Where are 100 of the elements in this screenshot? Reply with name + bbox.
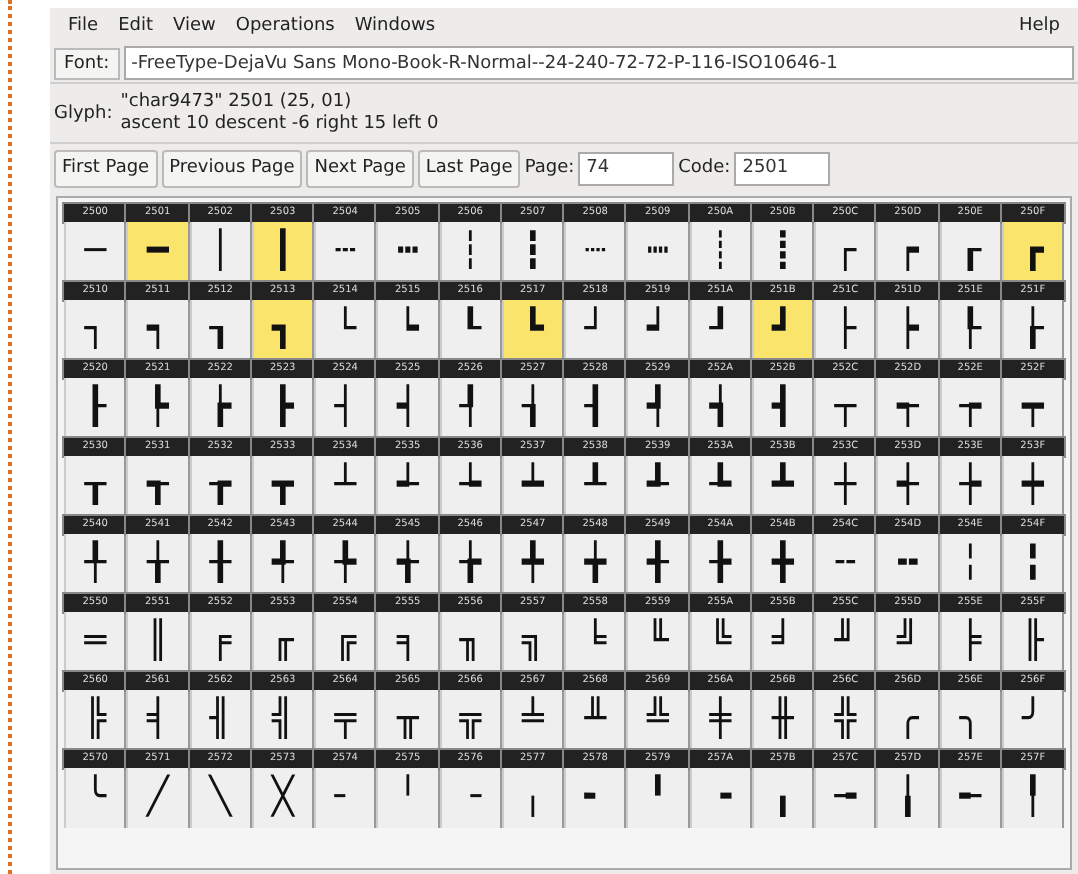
- glyph-cell[interactable]: ┕: [376, 300, 439, 360]
- glyph-cell[interactable]: ╵: [376, 768, 439, 828]
- glyph-cell[interactable]: ╲: [189, 768, 252, 828]
- glyph-cell[interactable]: ┠: [64, 378, 127, 438]
- glyph-cell[interactable]: ╔: [314, 612, 377, 672]
- glyph-cell[interactable]: ┅: [376, 222, 439, 282]
- glyph-cell[interactable]: ╟: [1001, 612, 1064, 672]
- glyph-cell[interactable]: ┿: [1001, 456, 1064, 516]
- menu-item[interactable]: Windows: [344, 16, 446, 36]
- glyph-cell[interactable]: ━: [126, 222, 189, 282]
- glyph-cell[interactable]: ╊: [689, 534, 752, 594]
- glyph-cell[interactable]: ┸: [564, 456, 627, 516]
- glyph-cell[interactable]: ┤: [314, 378, 377, 438]
- glyph-cell[interactable]: ╩: [626, 690, 689, 750]
- glyph-cell[interactable]: ┶: [439, 456, 502, 516]
- glyph-cell[interactable]: ┰: [64, 456, 127, 516]
- glyph-cell[interactable]: ╡: [126, 690, 189, 750]
- glyph-cell[interactable]: ╜: [814, 612, 877, 672]
- glyph-cell[interactable]: ┍: [876, 222, 939, 282]
- glyph-cell[interactable]: ┭: [876, 378, 939, 438]
- glyph-cell[interactable]: ╥: [376, 690, 439, 750]
- glyph-cell[interactable]: ─: [64, 222, 127, 282]
- page-button[interactable]: Next Page: [306, 149, 414, 187]
- glyph-cell[interactable]: ┪: [689, 378, 752, 438]
- page-button[interactable]: Previous Page: [161, 149, 303, 187]
- glyph-cell[interactable]: ┛: [751, 300, 814, 360]
- glyph-cell[interactable]: ╎: [939, 534, 1002, 594]
- glyph-cell[interactable]: ╢: [189, 690, 252, 750]
- glyph-cell[interactable]: ╝: [876, 612, 939, 672]
- glyph-cell[interactable]: ┉: [626, 222, 689, 282]
- glyph-cell[interactable]: ┑: [126, 300, 189, 360]
- glyph-cell[interactable]: ┱: [126, 456, 189, 516]
- glyph-cell[interactable]: ┞: [939, 300, 1002, 360]
- glyph-cell[interactable]: ╾: [939, 768, 1002, 828]
- glyph-cell[interactable]: ╓: [251, 612, 314, 672]
- glyph-cell[interactable]: ╰: [64, 768, 127, 828]
- glyph-cell[interactable]: ╆: [439, 534, 502, 594]
- glyph-cell[interactable]: ╷: [501, 768, 564, 828]
- glyph-cell[interactable]: ┇: [501, 222, 564, 282]
- glyph-cell[interactable]: ╘: [564, 612, 627, 672]
- glyph-cell[interactable]: ┧: [501, 378, 564, 438]
- glyph-cell[interactable]: ┘: [564, 300, 627, 360]
- glyph-cell[interactable]: └: [314, 300, 377, 360]
- glyph-cell[interactable]: ┄: [314, 222, 377, 282]
- glyph-cell[interactable]: ╸: [564, 768, 627, 828]
- glyph-cell[interactable]: ┦: [439, 378, 502, 438]
- glyph-cell[interactable]: ┯: [1001, 378, 1064, 438]
- glyph-cell[interactable]: ┮: [939, 378, 1002, 438]
- page-button[interactable]: Last Page: [417, 149, 521, 187]
- glyph-cell[interactable]: ╇: [501, 534, 564, 594]
- glyph-cell[interactable]: ┼: [814, 456, 877, 516]
- glyph-cell[interactable]: ╻: [751, 768, 814, 828]
- glyph-cell[interactable]: ╞: [939, 612, 1002, 672]
- glyph-cell[interactable]: ╋: [751, 534, 814, 594]
- glyph-cell[interactable]: ╱: [126, 768, 189, 828]
- glyph-cell[interactable]: ╦: [439, 690, 502, 750]
- glyph-cell[interactable]: ╨: [564, 690, 627, 750]
- glyph-cell[interactable]: ╽: [876, 768, 939, 828]
- glyph-cell[interactable]: ╮: [939, 690, 1002, 750]
- glyph-cell[interactable]: ╏: [1001, 534, 1064, 594]
- menu-item[interactable]: File: [58, 16, 109, 36]
- glyph-cell[interactable]: ┊: [689, 222, 752, 282]
- glyph-cell[interactable]: ┓: [251, 300, 314, 360]
- glyph-cell[interactable]: ┻: [751, 456, 814, 516]
- help-menu[interactable]: Help: [1008, 16, 1070, 36]
- glyph-cell[interactable]: ╹: [626, 768, 689, 828]
- glyph-cell[interactable]: ┆: [439, 222, 502, 282]
- page-button[interactable]: First Page: [54, 149, 158, 187]
- glyph-cell[interactable]: ┏: [1001, 222, 1064, 282]
- glyph-cell[interactable]: ╴: [314, 768, 377, 828]
- glyph-cell[interactable]: ╄: [314, 534, 377, 594]
- menu-item[interactable]: Operations: [225, 16, 345, 36]
- glyph-cell[interactable]: ┨: [564, 378, 627, 438]
- font-field[interactable]: -FreeType-DejaVu Sans Mono-Book-R-Normal--24-240-72-72-P-116-ISO10646-1: [123, 46, 1074, 80]
- glyph-cell[interactable]: ┎: [939, 222, 1002, 282]
- glyph-cell[interactable]: ╀: [64, 534, 127, 594]
- code-field[interactable]: 2501: [734, 151, 831, 185]
- glyph-cell[interactable]: ╧: [501, 690, 564, 750]
- glyph-cell[interactable]: ╠: [64, 690, 127, 750]
- page-field[interactable]: 74: [578, 151, 675, 185]
- glyph-cell[interactable]: ╃: [251, 534, 314, 594]
- glyph-cell[interactable]: ┲: [189, 456, 252, 516]
- glyph-cell[interactable]: ╗: [501, 612, 564, 672]
- glyph-cell[interactable]: ╁: [126, 534, 189, 594]
- glyph-cell[interactable]: ╛: [751, 612, 814, 672]
- glyph-cell[interactable]: ╼: [814, 768, 877, 828]
- menu-item[interactable]: Edit: [108, 16, 163, 36]
- glyph-cell[interactable]: ┩: [626, 378, 689, 438]
- glyph-cell[interactable]: ┌: [814, 222, 877, 282]
- glyph-cell[interactable]: ┽: [876, 456, 939, 516]
- glyph-cell[interactable]: ╚: [689, 612, 752, 672]
- glyph-cell[interactable]: ═: [64, 612, 127, 672]
- glyph-cell[interactable]: ┃: [251, 222, 314, 282]
- glyph-cell[interactable]: ╫: [751, 690, 814, 750]
- glyph-cell[interactable]: ┖: [439, 300, 502, 360]
- glyph-cell[interactable]: ╣: [251, 690, 314, 750]
- glyph-cell[interactable]: ╭: [876, 690, 939, 750]
- glyph-cell[interactable]: ╕: [376, 612, 439, 672]
- glyph-cell[interactable]: ╯: [1001, 690, 1064, 750]
- glyph-cell[interactable]: ╒: [189, 612, 252, 672]
